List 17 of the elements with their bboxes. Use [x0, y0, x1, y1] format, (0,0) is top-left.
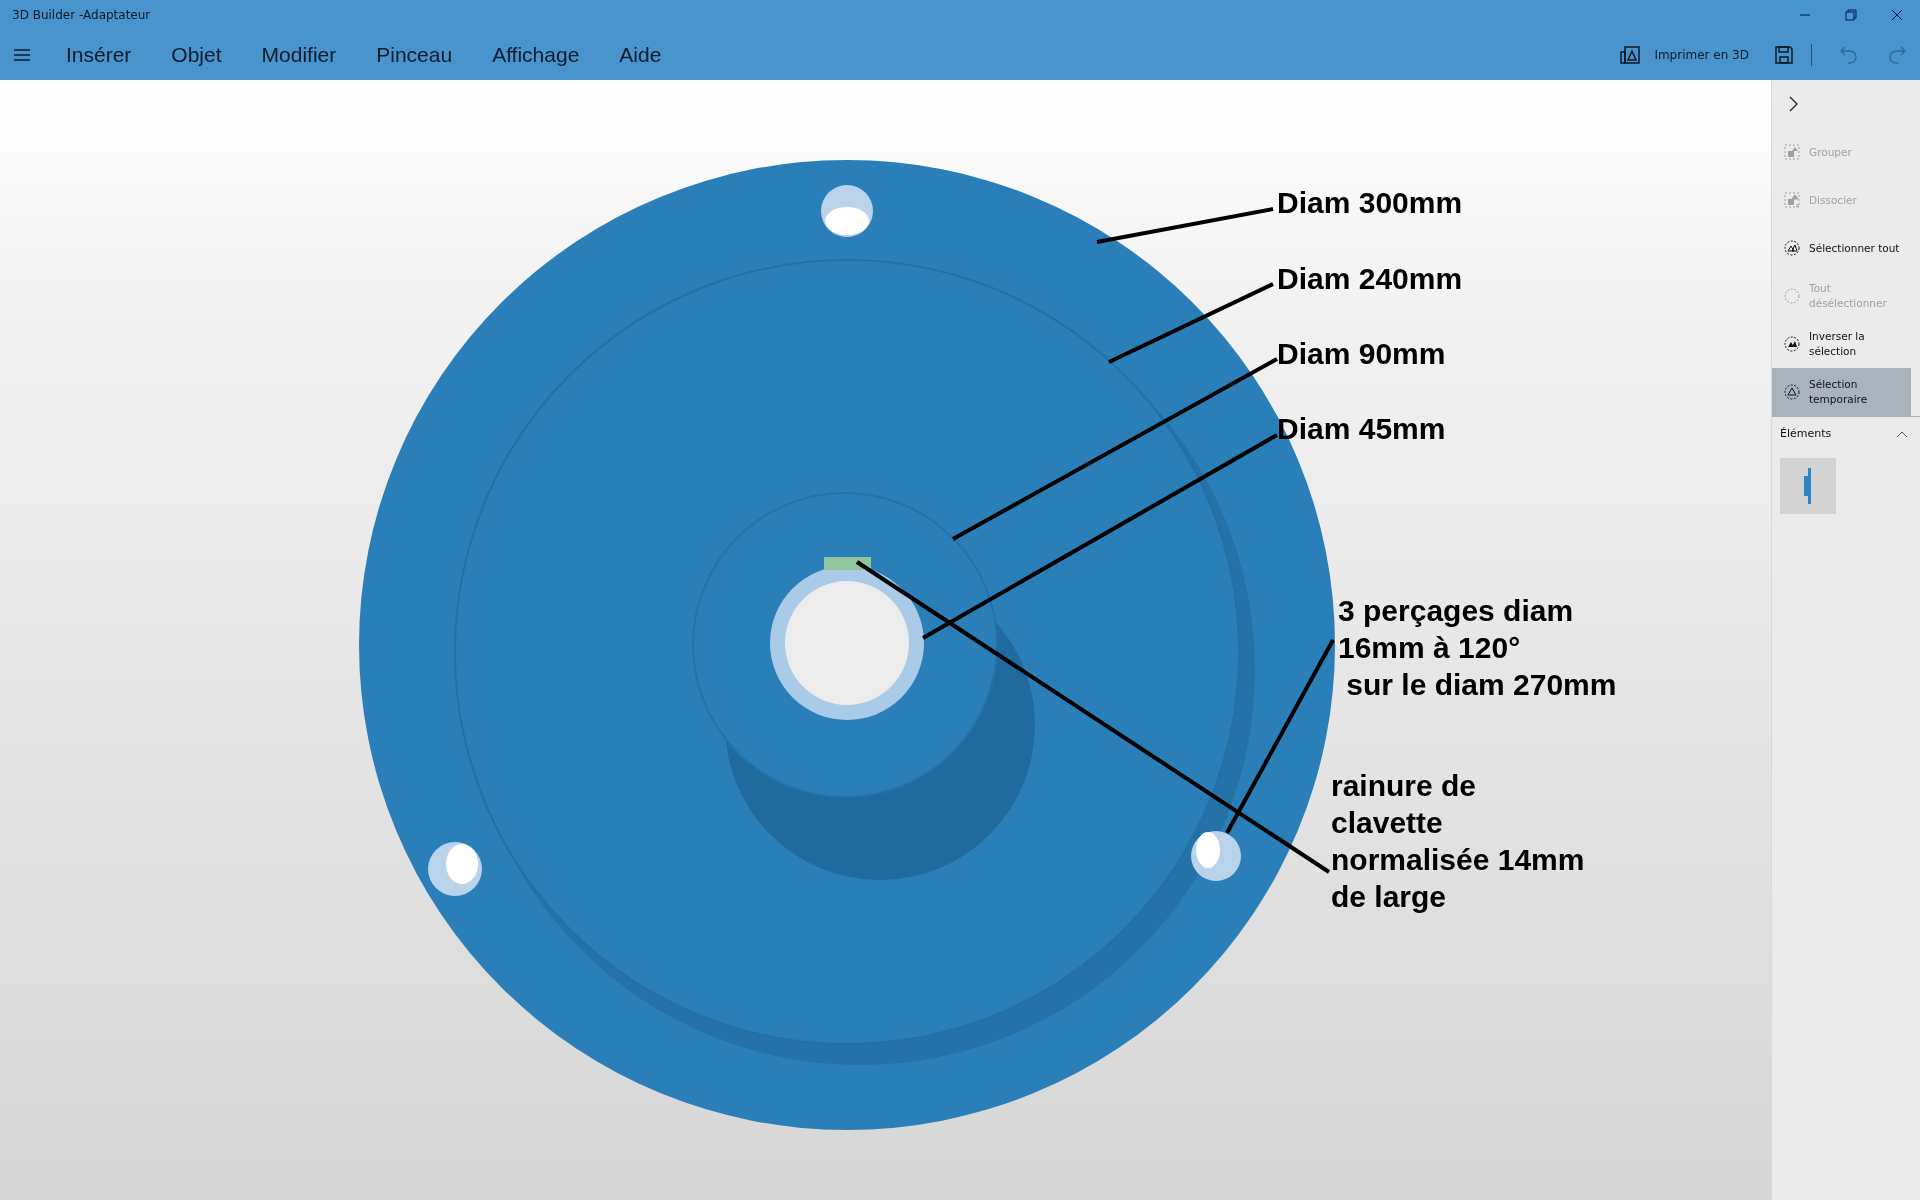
annotation-text: Diam 300mm: [1277, 185, 1463, 221]
menu-item[interactable]: Insérer: [46, 43, 152, 67]
menu-item[interactable]: Aide: [599, 43, 682, 67]
annotation-text: Diam 240mm: [1277, 261, 1463, 297]
window-title: 3D Builder -Adaptateur: [12, 8, 151, 22]
side-panel-item[interactable]: Sélection temporaire: [1772, 368, 1911, 416]
side-panel-item[interactable]: Sélectionner tout: [1772, 224, 1911, 272]
side-panel-item[interactable]: Inverser la sélection: [1772, 320, 1911, 368]
print-3d-button[interactable]: Imprimer en 3D: [1614, 45, 1755, 65]
section-heading: Éléments: [1780, 427, 1832, 440]
annotation-text: 3 perçages diam 16mm à 120° sur le diam 270mm: [1338, 593, 1617, 703]
menu-item[interactable]: Objet: [151, 43, 242, 67]
annotation-text: Diam 90mm: [1277, 336, 1446, 372]
annotation-text: rainure de clavette normalisée 14mm de large: [1331, 768, 1585, 915]
menu-item[interactable]: Modifier: [241, 43, 357, 67]
menu-item[interactable]: Pinceau: [356, 43, 473, 67]
menu-item[interactable]: Affichage: [472, 43, 600, 67]
